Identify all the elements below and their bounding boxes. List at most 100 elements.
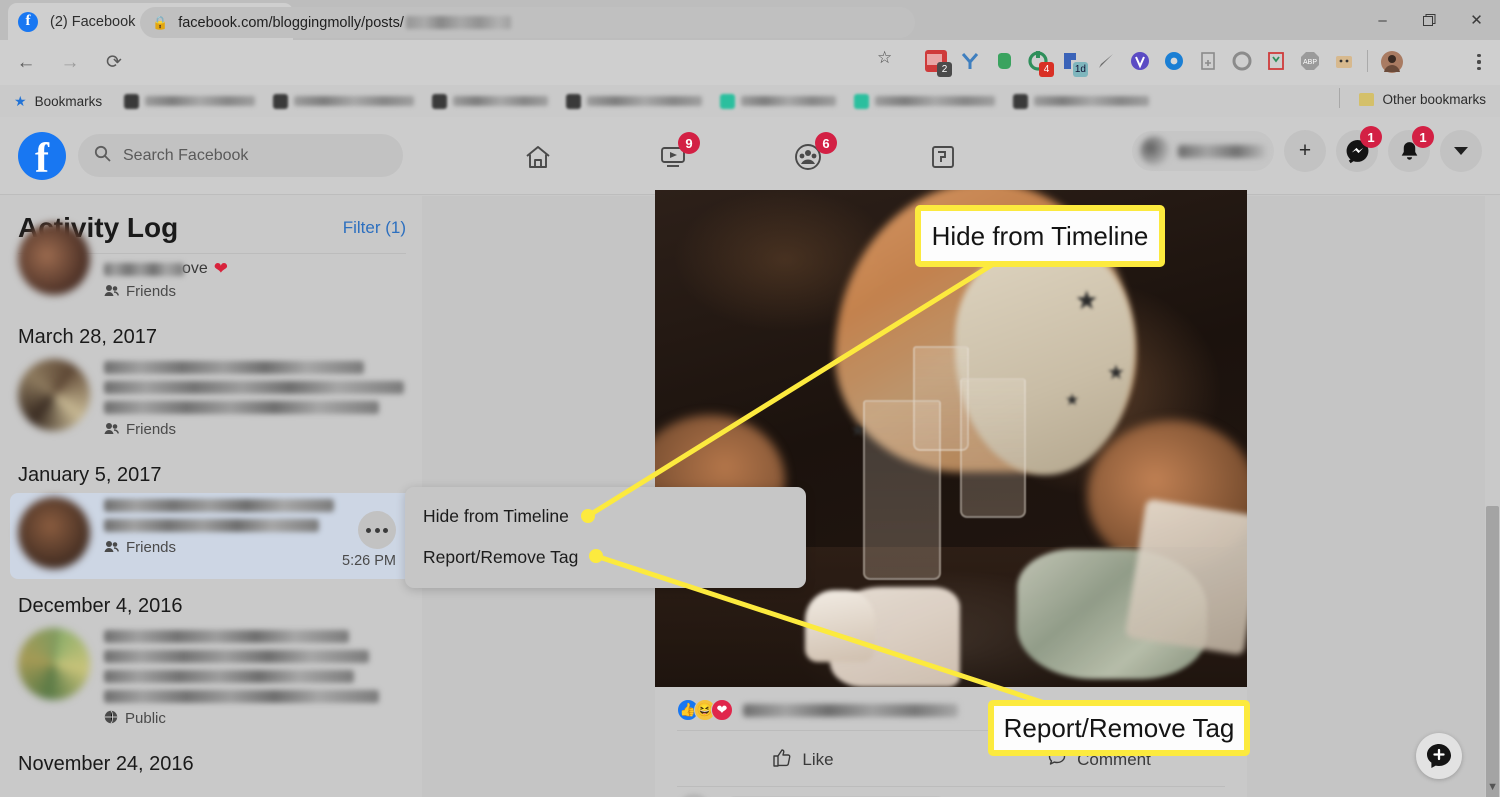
adblock-plus-extension-icon[interactable]: ABP (1299, 50, 1321, 72)
menu-item-hide-from-timeline[interactable]: Hide from Timeline (423, 506, 569, 527)
folder-icon (1359, 93, 1375, 106)
bookmark-item[interactable] (124, 93, 256, 109)
menu-item-report-remove-tag[interactable]: Report/Remove Tag (423, 547, 578, 568)
list-item[interactable]: Public (0, 624, 422, 737)
messenger-button[interactable]: 1 (1336, 126, 1382, 172)
extension-icon-5[interactable]: 1d (1061, 50, 1088, 77)
evernote-extension-icon[interactable] (993, 50, 1015, 72)
callout-report-remove-tag: Report/Remove Tag (988, 700, 1250, 756)
friends-icon (104, 422, 119, 438)
extension-icon-9[interactable] (1197, 50, 1219, 72)
bookmark-item[interactable] (273, 93, 415, 109)
entry-time: 5:26 PM (342, 553, 396, 569)
chrome-menu-icon[interactable] (1468, 49, 1490, 75)
sweater-star: ★ (1107, 362, 1125, 384)
other-bookmarks-label: Other bookmarks (1382, 92, 1486, 107)
forward-icon[interactable]: → (52, 45, 88, 81)
minimize-button[interactable]: – (1359, 0, 1406, 40)
nav-home[interactable] (470, 130, 605, 184)
list-item-body: Friends (104, 359, 408, 438)
avatar (18, 628, 90, 700)
avatar (1140, 136, 1170, 166)
date-heading: January 5, 2017 (18, 464, 162, 486)
gaming-icon (931, 146, 954, 168)
facebook-icon: f (18, 11, 38, 32)
new-message-button[interactable] (1416, 733, 1462, 779)
url-text: facebook.com/bloggingmolly/posts/ (178, 15, 511, 31)
redacted-text (104, 519, 319, 532)
post-divider (677, 786, 1225, 787)
bookmark-item[interactable] (854, 93, 996, 109)
watch-badge: 9 (678, 132, 700, 154)
bookmark-item[interactable] (1013, 93, 1150, 109)
profile-avatar-button[interactable] (1380, 50, 1403, 73)
redacted-text (104, 630, 349, 643)
audience-label: Public (125, 710, 166, 727)
list-item[interactable]: ove ❤ Friends (0, 219, 422, 310)
photo-glass (960, 378, 1026, 518)
bookmarks-label[interactable]: Bookmarks (35, 94, 103, 109)
bookmark-label-redacted (875, 96, 996, 106)
extension-icon-6[interactable] (1095, 50, 1117, 72)
search-input[interactable]: Search Facebook (78, 134, 403, 177)
list-item[interactable]: Friends (0, 355, 422, 448)
nav-groups[interactable]: 6 (740, 130, 875, 184)
redacted-text (104, 650, 369, 663)
bookmark-favicon (720, 93, 736, 109)
like-label: Like (802, 750, 834, 769)
photo-glass (863, 400, 941, 580)
account-menu-button[interactable] (1440, 130, 1482, 172)
other-bookmarks-button[interactable]: Other bookmarks (1359, 92, 1486, 107)
like-button[interactable]: Like (655, 748, 951, 773)
facebook-logo-icon[interactable]: f (18, 132, 66, 180)
extension-icon-4[interactable]: 4 (1027, 50, 1054, 77)
extensions-toolbar: 2 4 1d ABP (925, 50, 1403, 77)
bookmark-label-redacted (453, 96, 549, 106)
extension-icon-1[interactable]: 2 (925, 50, 952, 77)
reaction-names-redacted[interactable] (743, 703, 958, 717)
bookmark-item[interactable] (432, 93, 549, 109)
create-button[interactable]: + (1284, 130, 1326, 172)
friends-icon (104, 540, 119, 556)
redacted-text (104, 262, 184, 276)
extension-badge-1: 2 (937, 62, 952, 77)
search-icon (94, 145, 111, 167)
scrollbar-thumb[interactable] (1486, 506, 1499, 797)
bookmark-star-icon[interactable]: ☆ (877, 48, 892, 68)
bookmarks-divider (1339, 88, 1340, 108)
nav-gaming[interactable] (875, 130, 1010, 184)
close-window-button[interactable]: ✕ (1453, 0, 1500, 40)
address-bar[interactable]: 🔒 facebook.com/bloggingmolly/posts/ (140, 7, 915, 38)
extension-icon-7[interactable] (1129, 50, 1151, 72)
audience-label: Friends (126, 421, 177, 438)
callout-hide-from-timeline: Hide from Timeline (915, 205, 1165, 267)
avatar (18, 497, 90, 569)
activity-log-panel: Activity Log Filter (1) ove ❤ Friends Ma… (0, 196, 422, 797)
more-options-icon[interactable] (358, 511, 396, 549)
bookmark-item[interactable] (720, 93, 837, 109)
profile-button[interactable] (1132, 131, 1274, 171)
bookmark-item[interactable] (566, 93, 703, 109)
bookmark-label-redacted (294, 96, 415, 106)
nav-watch[interactable]: 9 (605, 130, 740, 184)
bookmark-label-redacted (741, 96, 837, 106)
bookmark-favicon (566, 93, 582, 109)
notifications-button[interactable]: 1 (1388, 126, 1434, 172)
maximize-button[interactable] (1406, 0, 1453, 40)
profile-name-redacted (1178, 144, 1266, 158)
back-icon[interactable]: ← (8, 45, 44, 81)
browser-window: f (2) Facebook × + – ✕ ← → ⟳ 🔒 facebook.… (0, 0, 1500, 797)
page-scrollbar[interactable]: ▼ (1485, 196, 1500, 797)
redacted-url-segment (405, 16, 511, 30)
entry-trailing-text: ove (182, 260, 208, 277)
scroll-down-arrow-icon[interactable]: ▼ (1487, 781, 1498, 793)
reload-icon[interactable]: ⟳ (96, 45, 132, 81)
love-reaction-icon[interactable]: ❤ (711, 699, 733, 721)
extension-icon-8[interactable] (1163, 50, 1185, 72)
extension-icon-10[interactable] (1231, 50, 1253, 72)
bookmark-favicon (124, 93, 140, 109)
extension-icon-2[interactable] (959, 50, 981, 72)
list-item-selected[interactable]: Friends 5:26 PM (10, 493, 414, 579)
extension-icon-13[interactable] (1333, 50, 1355, 72)
extension-icon-11[interactable] (1265, 50, 1287, 72)
